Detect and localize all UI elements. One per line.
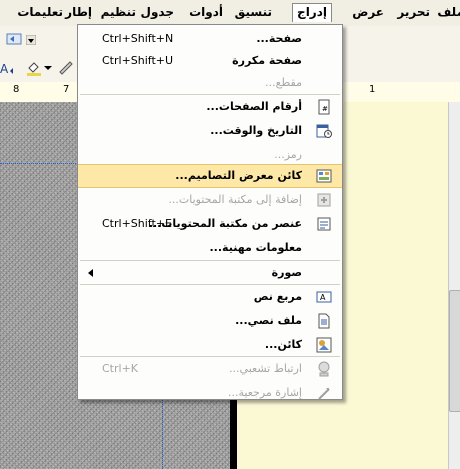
menu-item-shortcut: Ctrl+K (102, 362, 139, 375)
scrollbar-thumb[interactable] (449, 290, 460, 412)
svg-text:A: A (0, 62, 9, 76)
menu-file[interactable]: ملف (437, 5, 460, 19)
menu-item-page-numbers[interactable]: # أرقام الصفحات... (78, 95, 342, 119)
submenu-arrow-icon (88, 269, 93, 277)
menu-item-text-box[interactable]: A مربع نص (78, 285, 342, 309)
menu-item-object[interactable]: كائن... (78, 333, 342, 357)
menu-arrange[interactable]: تنظيم (101, 5, 136, 19)
menu-item-label: صفحة... (256, 32, 302, 45)
dropdown-arrow-icon[interactable] (44, 64, 52, 72)
menu-item-section: مقطع... (78, 71, 342, 95)
menu-item-label: رمز... (274, 148, 302, 161)
menu-format[interactable]: تنسيق (235, 5, 272, 19)
bookmark-icon (318, 388, 330, 400)
menu-item-add-to-content-library: إضافة إلى مكتبة المحتويات... (78, 188, 342, 212)
menu-item-picture[interactable]: صورة (78, 261, 342, 285)
menu-item-bookmark: إشارة مرجعية... (78, 381, 342, 405)
menu-item-label: أرقام الصفحات... (206, 100, 302, 113)
menu-bar: تعليمات إطار تنظيم جدول أدوات تنسيق إدرا… (0, 0, 460, 26)
menu-item-label: صورة (271, 266, 302, 279)
page-numbers-icon: # (318, 99, 330, 115)
menu-item-hyperlink: Ctrl+K ارتباط تشعبي... (78, 357, 342, 381)
menu-item-shortcut: Ctrl+Shift+U (102, 54, 174, 67)
vertical-scrollbar[interactable] (448, 102, 460, 469)
design-gallery-icon (316, 169, 332, 183)
ruler-label: 8 (13, 84, 20, 95)
hyperlink-icon (318, 361, 330, 377)
svg-text:#: # (322, 105, 328, 113)
menu-item-content-library-item[interactable]: Ctrl+Shift+E عنصر من مكتبة المحتويات... (78, 212, 342, 236)
menu-item-label: عنصر من مكتبة المحتويات... (148, 217, 302, 230)
text-box-icon: A (316, 291, 332, 303)
menu-item-label: إضافة إلى مكتبة المحتويات... (168, 193, 302, 206)
menu-view[interactable]: عرض (352, 5, 384, 19)
menu-item-label: إشارة مرجعية... (228, 386, 302, 399)
menu-table[interactable]: جدول (141, 5, 174, 19)
menu-frame[interactable]: إطار (65, 5, 92, 19)
menu-item-label: التاريخ والوقت... (210, 124, 302, 137)
menu-insert[interactable]: إدراج (292, 3, 332, 22)
menu-item-page[interactable]: Ctrl+Shift+N صفحة... (78, 27, 342, 51)
ruler-label: 7 (63, 84, 70, 95)
menu-item-label: كائن معرض التصاميم... (175, 169, 302, 182)
menu-tools[interactable]: أدوات (189, 5, 223, 19)
menu-item-label: مربع نص (253, 290, 302, 303)
menu-item-label: معلومات مهنية... (209, 241, 303, 254)
menu-item-duplicate-page[interactable]: Ctrl+Shift+U صفحة مكررة (78, 49, 342, 73)
menu-item-design-gallery-object[interactable]: كائن معرض التصاميم... (78, 164, 342, 188)
menu-item-label: ملف نصي... (235, 314, 302, 327)
menu-item-label: مقطع... (265, 76, 302, 89)
menu-item-business-information[interactable]: معلومات مهنية... (78, 236, 342, 260)
menu-help[interactable]: تعليمات (17, 5, 63, 19)
line-color-icon[interactable] (58, 60, 74, 76)
toolbar-options-icon[interactable] (26, 35, 36, 45)
add-content-library-icon (317, 193, 331, 207)
menu-item-label: كائن... (264, 338, 302, 351)
text-file-icon (318, 313, 330, 329)
fill-color-icon[interactable] (26, 60, 42, 76)
date-time-icon (316, 124, 332, 138)
svg-text:A: A (320, 293, 326, 302)
menu-item-text-file[interactable]: ملف نصي... (78, 309, 342, 333)
insert-menu-dropdown: Ctrl+Shift+N صفحة... Ctrl+Shift+U صفحة م… (77, 24, 343, 400)
object-icon (316, 337, 332, 353)
font-size-icon[interactable]: A (0, 60, 16, 76)
content-library-item-icon (317, 217, 331, 231)
menu-item-label: ارتباط تشعبي... (229, 362, 302, 375)
ruler-label: 1 (369, 84, 376, 95)
menu-item-label: صفحة مكررة (232, 54, 302, 67)
menu-item-date-time[interactable]: التاريخ والوقت... (78, 119, 342, 143)
menu-edit[interactable]: تحرير (397, 5, 430, 19)
menu-item-shortcut: Ctrl+Shift+N (102, 32, 174, 45)
show-hide-icon[interactable] (6, 31, 22, 47)
